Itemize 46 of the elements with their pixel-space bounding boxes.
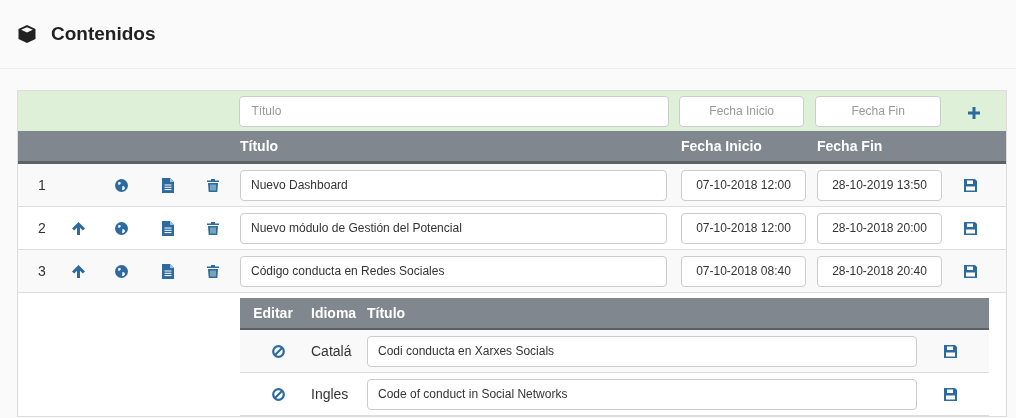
column-header: Editar [253,303,293,323]
start-date-field[interactable]: 07-10-2018 12:00 [681,169,806,201]
plus-icon[interactable] [967,106,980,119]
save-icon[interactable] [963,264,977,278]
title-field[interactable]: Código conducta en Redes Sociales [240,255,667,287]
title-field[interactable]: Nuevo Dashboard [240,169,667,201]
column-header: Título [367,304,406,321]
row-number: 1 [38,176,46,193]
cube-icon [17,24,37,44]
up-arrow-icon[interactable] [71,264,85,278]
up-arrow-icon[interactable] [71,221,85,235]
save-icon[interactable] [963,221,977,235]
translation-title-field[interactable]: Codi conducta en Xarxes Socials [367,335,917,367]
end-date-field[interactable]: 28-10-2019 13:50 [817,169,942,201]
row-number: 3 [38,262,46,279]
end-date-filter-field[interactable]: Fecha Fin [815,95,942,127]
start-date-field[interactable]: 07-10-2018 08:40 [681,255,806,287]
document-icon[interactable] [161,220,174,236]
globe-icon[interactable] [114,221,128,235]
column-header: Título [240,137,279,154]
trash-icon[interactable] [207,264,219,278]
save-icon[interactable] [963,178,977,192]
language-label: Catalá [311,342,352,359]
trash-icon[interactable] [207,178,219,192]
title-filter-field[interactable]: Título [239,95,670,127]
column-header: Fecha Inicio [681,137,762,154]
save-icon[interactable] [943,387,957,401]
end-date-field[interactable]: 28-10-2018 20:00 [817,212,942,244]
translation-title-field[interactable]: Code of conduct in Social Networks [367,378,917,410]
page-title: Contenidos [51,21,156,46]
trash-icon[interactable] [207,221,219,235]
row-number: 2 [38,219,46,236]
column-header: Idioma [311,304,357,321]
save-icon[interactable] [943,344,957,358]
column-header: Fecha Fin [817,137,883,154]
start-date-field[interactable]: 07-10-2018 12:00 [681,212,806,244]
document-icon[interactable] [161,263,174,279]
language-label: Ingles [311,385,349,402]
no-entry-icon[interactable] [271,344,285,358]
globe-icon[interactable] [114,264,128,278]
end-date-field[interactable]: 28-10-2018 20:40 [817,255,942,287]
start-date-filter-field[interactable]: Fecha Inicio [679,95,805,127]
document-icon[interactable] [161,177,174,193]
title-field[interactable]: Nuevo módulo de Gestión del Potencial [240,212,667,244]
no-entry-icon[interactable] [271,387,285,401]
globe-icon[interactable] [114,178,128,192]
